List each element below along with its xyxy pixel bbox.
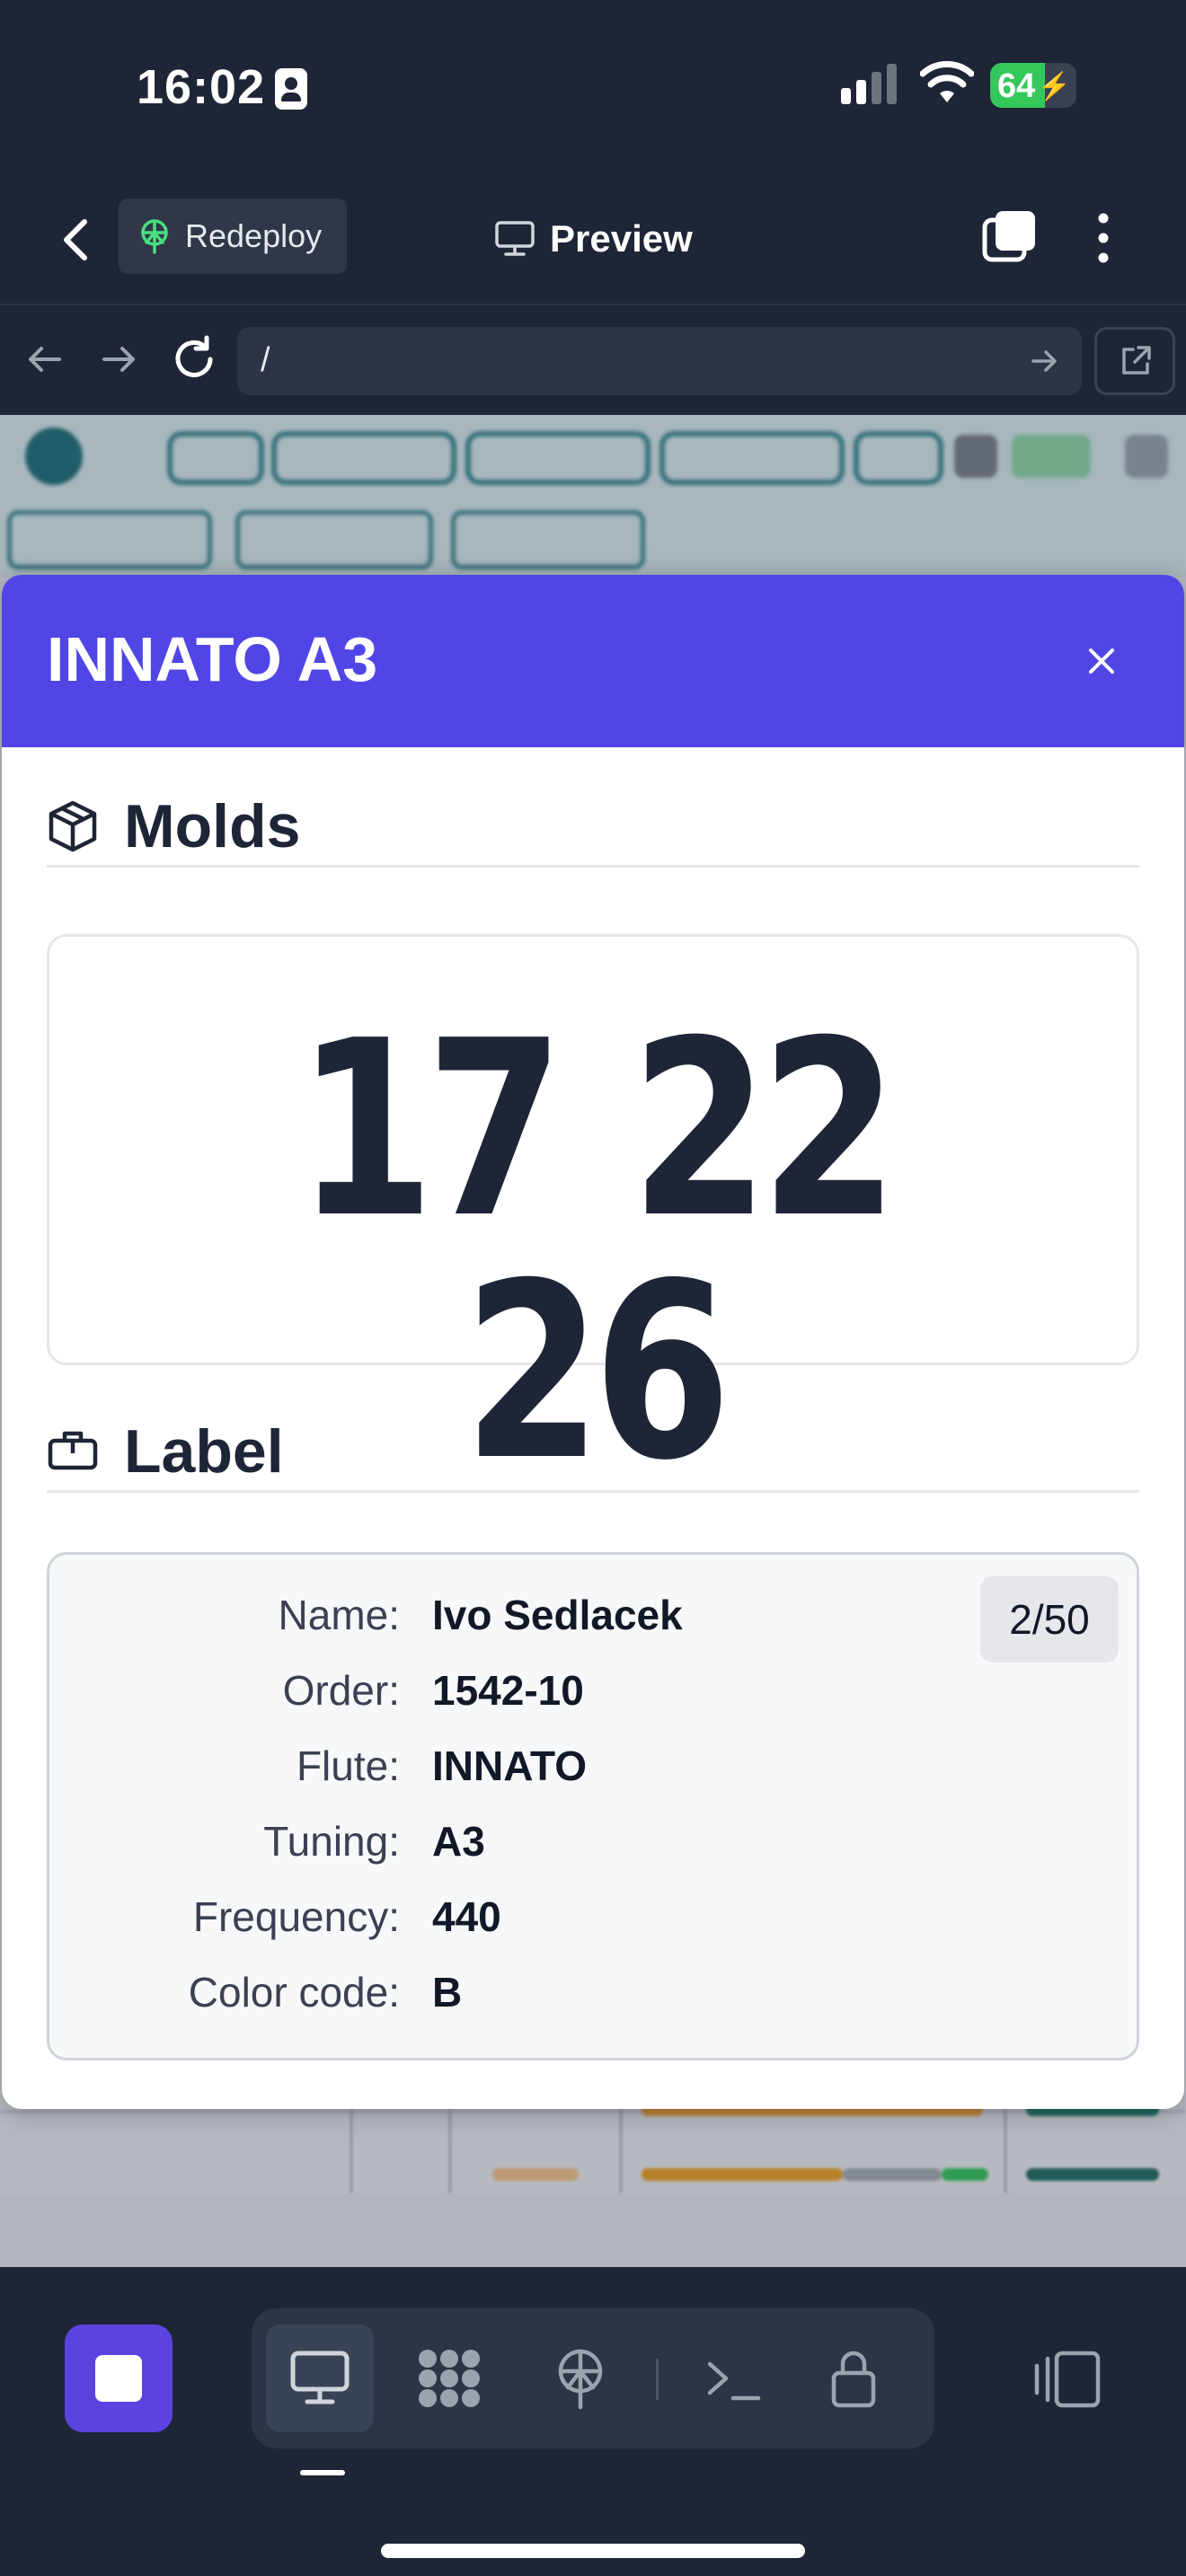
molds-heading-label: Molds <box>124 791 301 860</box>
modal-title: INNATO A3 <box>47 624 378 694</box>
stop-button[interactable] <box>65 2325 173 2432</box>
terminal-icon <box>706 2359 764 2404</box>
back-icon[interactable] <box>50 211 101 269</box>
label-value: INNATO <box>432 1742 588 1789</box>
go-icon[interactable] <box>1024 341 1064 381</box>
id-card-icon <box>275 68 307 110</box>
dock-workspace-button[interactable] <box>395 2325 503 2432</box>
label-key: Flute: <box>296 1742 400 1789</box>
label-value: B <box>432 1969 463 2016</box>
external-link-icon <box>1117 342 1155 380</box>
redeploy-icon <box>138 218 171 254</box>
mold-label-modal: INNATO A3 Molds 17 22 26 Label 2/50 Name… <box>2 575 1184 2109</box>
dock-tool-group <box>252 2308 934 2448</box>
label-key: Frequency: <box>192 1893 400 1940</box>
label-row-order: Order: 1542-10 <box>49 1666 1137 1742</box>
battery-level: 64 <box>997 67 1036 105</box>
battery-charging-icon: 64 ⚡ <box>990 63 1076 108</box>
label-row-frequency: Frequency: 440 <box>49 1892 1137 1968</box>
modal-header: INNATO A3 <box>2 575 1184 747</box>
bolt-icon: ⚡ <box>1037 72 1071 101</box>
molds-box: 17 22 26 <box>47 934 1139 1494</box>
label-icon <box>47 1430 99 1473</box>
label-row-flute: Flute: INNATO <box>49 1742 1137 1817</box>
bottom-dock <box>0 2267 1186 2576</box>
preview-label: Preview <box>550 217 693 260</box>
lock-icon <box>830 2348 877 2409</box>
label-key: Name: <box>278 1592 400 1638</box>
dock-preview-button[interactable] <box>266 2325 374 2432</box>
stop-icon <box>95 2355 142 2402</box>
label-heading-label: Label <box>124 1416 284 1486</box>
status-time: 16:02 <box>137 60 266 114</box>
dock-active-indicator <box>300 2470 345 2475</box>
label-value: Ivo Sedlacek <box>432 1592 683 1638</box>
url-field[interactable]: / <box>237 327 1082 395</box>
label-value: 1542-10 <box>432 1667 584 1714</box>
monitor-icon <box>289 2350 350 2407</box>
redeploy-button[interactable]: Redeploy <box>119 198 347 274</box>
more-icon[interactable] <box>1091 209 1116 267</box>
close-icon[interactable] <box>1076 636 1127 686</box>
deploy-icon <box>553 2346 607 2411</box>
label-row-color-code: Color code: B <box>49 1968 1137 2043</box>
wifi-icon <box>920 61 974 104</box>
label-row-tuning: Tuning: A3 <box>49 1817 1137 1892</box>
signal-icon <box>841 63 898 104</box>
preview-title: Preview <box>494 207 693 270</box>
back-arrow-icon[interactable] <box>16 331 74 388</box>
external-link-button[interactable] <box>1094 327 1175 395</box>
grid-icon <box>415 2346 483 2411</box>
label-key: Color code: <box>188 1969 400 2016</box>
label-value: 440 <box>432 1893 501 1940</box>
reload-icon[interactable] <box>165 331 223 388</box>
status-bar: 16:02 64 ⚡ <box>0 0 1186 175</box>
dock-deploy-button[interactable] <box>527 2325 634 2432</box>
forward-arrow-icon[interactable] <box>90 331 147 388</box>
label-key: Order: <box>282 1667 400 1714</box>
redeploy-label: Redeploy <box>185 217 323 254</box>
tabs-icon[interactable] <box>981 207 1039 265</box>
monitor-icon <box>494 220 535 258</box>
label-row-name: Name: Ivo Sedlacek <box>49 1591 1137 1666</box>
label-card: 2/50 Name: Ivo Sedlacek Order: 1542-10 F… <box>47 1552 1139 2060</box>
label-heading: Label <box>47 1412 1139 1493</box>
home-indicator[interactable] <box>381 2544 805 2558</box>
panel-toggle-icon[interactable] <box>1031 2348 1103 2411</box>
dock-lock-button[interactable] <box>800 2325 907 2432</box>
app-bar: Redeploy Preview <box>0 175 1186 305</box>
label-key: Tuning: <box>263 1818 400 1865</box>
browser-nav-bar: / <box>0 305 1186 415</box>
cube-icon <box>47 799 99 853</box>
dock-separator <box>656 2359 659 2400</box>
url-text: / <box>261 341 270 379</box>
dock-terminal-button[interactable] <box>681 2325 789 2432</box>
label-value: A3 <box>432 1818 485 1865</box>
molds-heading: Molds <box>47 787 1139 868</box>
